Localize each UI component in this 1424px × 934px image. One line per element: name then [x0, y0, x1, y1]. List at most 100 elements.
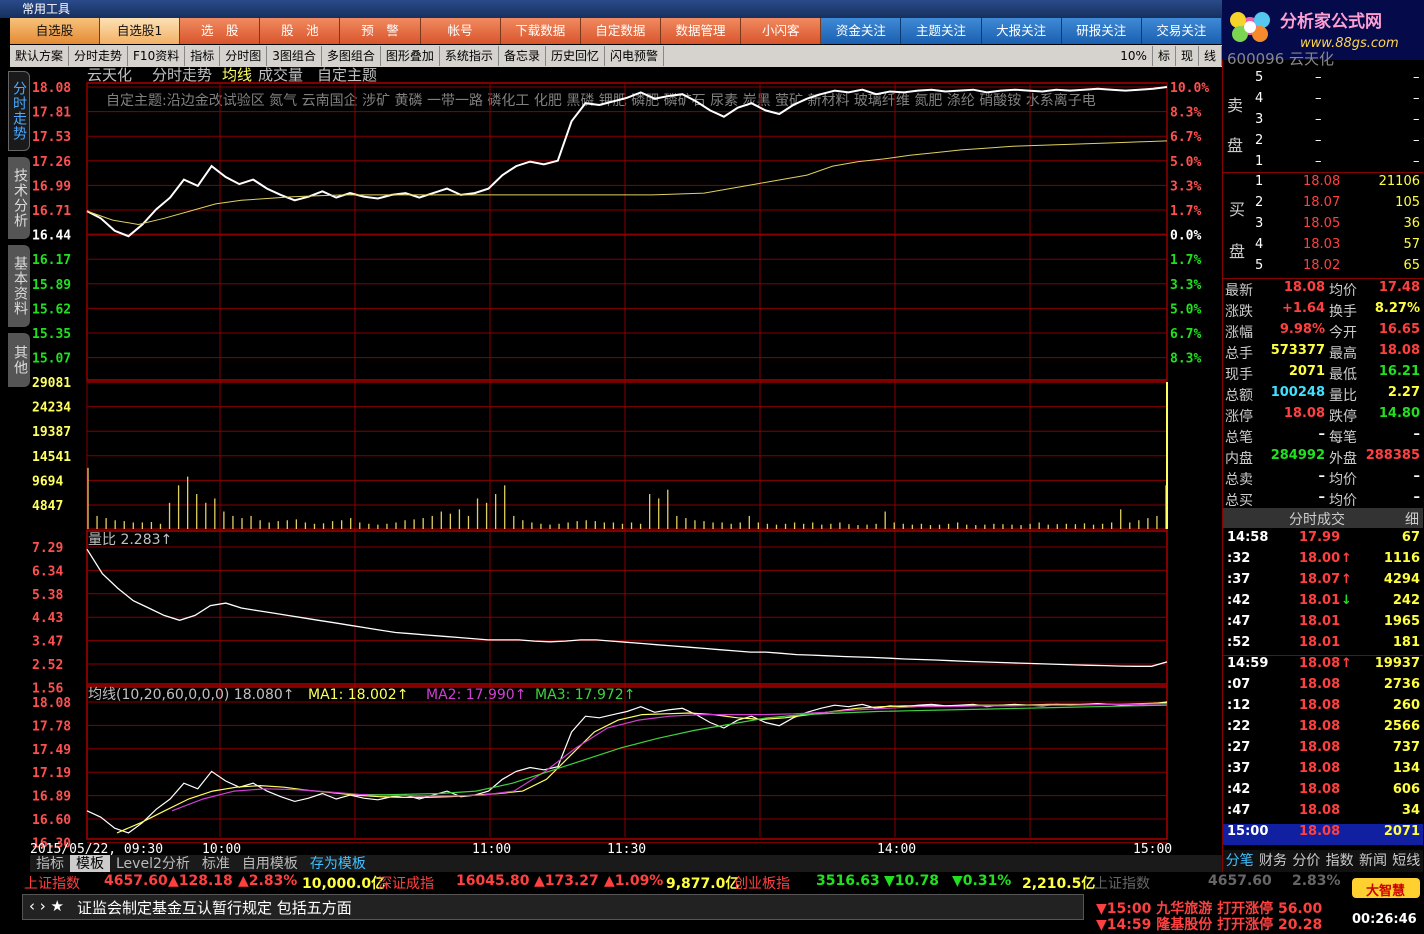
- toolbar-item-1[interactable]: 分时走势: [69, 46, 129, 66]
- bottom-tab-1[interactable]: 模板: [70, 855, 110, 873]
- toolbar-item-6[interactable]: 多图组合: [322, 46, 381, 66]
- news-nav-icon[interactable]: ‹ › ★: [29, 897, 64, 915]
- stat-key-1: 涨跌: [1225, 304, 1253, 320]
- topmenu-item-0[interactable]: 自选股: [10, 18, 100, 44]
- topmenu-item-11[interactable]: 主题关注: [901, 18, 982, 44]
- sell-level-1: 4: [1255, 91, 1264, 106]
- time-label-4: 14:00: [877, 842, 916, 855]
- pct-label-1: 8.3%: [1170, 106, 1201, 121]
- index4-pct: 2.83%: [1292, 873, 1341, 889]
- chart-header-3: 自定主题: [317, 67, 377, 84]
- toolbar-item-3[interactable]: 指标: [185, 46, 221, 66]
- stat-key-4: 现手: [1225, 367, 1253, 383]
- stat-key2-5: 量比: [1329, 388, 1357, 404]
- trade-price-8: 18.08: [1299, 698, 1341, 713]
- vol-label-0: 29081: [32, 376, 71, 391]
- index1-value: 4657.60: [104, 873, 168, 889]
- toolbar-right-1[interactable]: 标: [1153, 46, 1176, 66]
- trade-arrow-2: ↑: [1341, 572, 1352, 587]
- toolbar-right-3[interactable]: 线: [1199, 46, 1222, 66]
- right-tab-0[interactable]: 分笔: [1223, 850, 1256, 872]
- right-tab-2[interactable]: 分价: [1290, 850, 1323, 872]
- topmenu-item-7[interactable]: 自定数据: [580, 18, 661, 44]
- right-tab-1[interactable]: 财务: [1256, 850, 1289, 872]
- topmenu-item-12[interactable]: 大报关注: [981, 18, 1062, 44]
- trade-arrow-3: ↓: [1341, 593, 1352, 608]
- trade-vol-6: 19937: [1374, 656, 1420, 671]
- topmenu-item-8[interactable]: 数据管理: [660, 18, 742, 44]
- stat-val2-7: –: [1413, 427, 1421, 442]
- stat-val2-5: 2.27: [1387, 385, 1420, 400]
- topmenu-item-3[interactable]: 股 池: [260, 18, 341, 44]
- toolbar-right-0[interactable]: 10%: [1115, 46, 1153, 66]
- topmenu-item-4[interactable]: 预 警: [340, 18, 421, 44]
- pct-label-10: 6.7%: [1170, 327, 1201, 342]
- time-label-1: 10:00: [202, 842, 241, 855]
- right-tab-5[interactable]: 短线: [1390, 850, 1423, 872]
- sell-price-3: –: [1315, 133, 1322, 148]
- toolbar-right-2[interactable]: 现: [1176, 46, 1199, 66]
- buy-price-3: 18.03: [1303, 237, 1341, 252]
- left-tab-3[interactable]: 其他: [8, 333, 30, 387]
- topmenu-item-2[interactable]: 选 股: [180, 18, 261, 44]
- stat-val-2: 9.98%: [1279, 322, 1325, 337]
- ma-label-5: 16.60: [32, 813, 71, 828]
- sell-vol-2: –: [1413, 112, 1420, 127]
- trades-detail-button[interactable]: 细: [1405, 509, 1419, 529]
- toolbar-item-8[interactable]: 系统指示: [440, 46, 499, 66]
- trade-time-3: :42: [1227, 593, 1251, 608]
- index2-amount: 9,877.0亿: [666, 876, 740, 892]
- stat-key2-8: 外盘: [1329, 451, 1357, 467]
- stat-val2-3: 18.08: [1378, 343, 1420, 358]
- buy-level-0: 1: [1255, 174, 1264, 189]
- ma3-header: MA3: 17.972↑: [535, 687, 635, 703]
- stat-key-9: 总卖: [1225, 472, 1253, 488]
- toolbar-item-5[interactable]: 3图组合: [267, 46, 322, 66]
- ma-label-3: 17.19: [32, 766, 71, 781]
- toolbar-item-10[interactable]: 历史回忆: [546, 46, 605, 66]
- toolbar-item-0[interactable]: 默认方案: [10, 46, 70, 66]
- sell-level-2: 3: [1255, 112, 1264, 127]
- news-bar[interactable]: ‹ › ★ 证监会制定基金互认暂行规定 包括五方面: [22, 894, 1084, 920]
- topmenu-item-1[interactable]: 自选股1: [100, 18, 181, 44]
- bottom-tab-2[interactable]: Level2分析: [110, 855, 196, 873]
- left-tab-2[interactable]: 基本资料: [8, 245, 30, 327]
- topmenu-item-10[interactable]: 资金关注: [821, 18, 902, 44]
- buy-price-0: 18.08: [1303, 174, 1341, 189]
- bottom-tab-4[interactable]: 自用模板: [236, 855, 304, 873]
- buy-level-2: 3: [1255, 216, 1264, 231]
- toolbar-item-9[interactable]: 备忘录: [499, 46, 546, 66]
- trade-price-10: 18.08: [1299, 740, 1341, 755]
- bottom-tab-3[interactable]: 标准: [196, 855, 236, 873]
- topmenu-item-14[interactable]: 交易关注: [1141, 18, 1222, 44]
- right-tab-4[interactable]: 新闻: [1356, 850, 1389, 872]
- toolbar-item-2[interactable]: F10资料: [128, 46, 186, 66]
- price-label-1: 17.81: [32, 106, 71, 121]
- pct-label-6: 0.0%: [1170, 229, 1201, 244]
- topmenu-item-6[interactable]: 下载数据: [500, 18, 581, 44]
- sell-price-1: –: [1315, 91, 1322, 106]
- trade-price-7: 18.08: [1299, 677, 1341, 692]
- trade-price-13: 18.08: [1299, 803, 1341, 818]
- left-tab-1[interactable]: 技术分析: [8, 157, 30, 239]
- right-tab-3[interactable]: 指数: [1323, 850, 1356, 872]
- topmenu-item-5[interactable]: 帐号: [420, 18, 501, 44]
- toolbar-item-7[interactable]: 图形叠加: [381, 46, 440, 66]
- trade-price-9: 18.08: [1299, 719, 1341, 734]
- volume-ratio-header: 量比 2.283↑: [88, 532, 172, 548]
- lb-label-1: 6.34: [32, 564, 63, 579]
- ma-label-4: 16.89: [32, 790, 71, 805]
- trade-arrow-6: ↑: [1341, 656, 1352, 671]
- toolbar-item-11[interactable]: 闪电预警: [605, 46, 664, 66]
- index3-change: ▼10.78: [884, 873, 940, 889]
- price-label-4: 16.99: [32, 179, 71, 194]
- topmenu-item-13[interactable]: 研报关注: [1061, 18, 1142, 44]
- bottom-tab-0[interactable]: 指标: [30, 855, 70, 873]
- left-tab-0[interactable]: 分时走势: [8, 71, 30, 151]
- topmenu-item-9[interactable]: 小闪客: [741, 18, 822, 44]
- toolbar-item-4[interactable]: 分时图: [220, 46, 268, 66]
- bottom-tab-5[interactable]: 存为模板: [304, 855, 372, 873]
- buy-price-4: 18.02: [1303, 258, 1341, 273]
- price-label-9: 15.62: [32, 302, 71, 317]
- trade-vol-0: 67: [1401, 530, 1420, 545]
